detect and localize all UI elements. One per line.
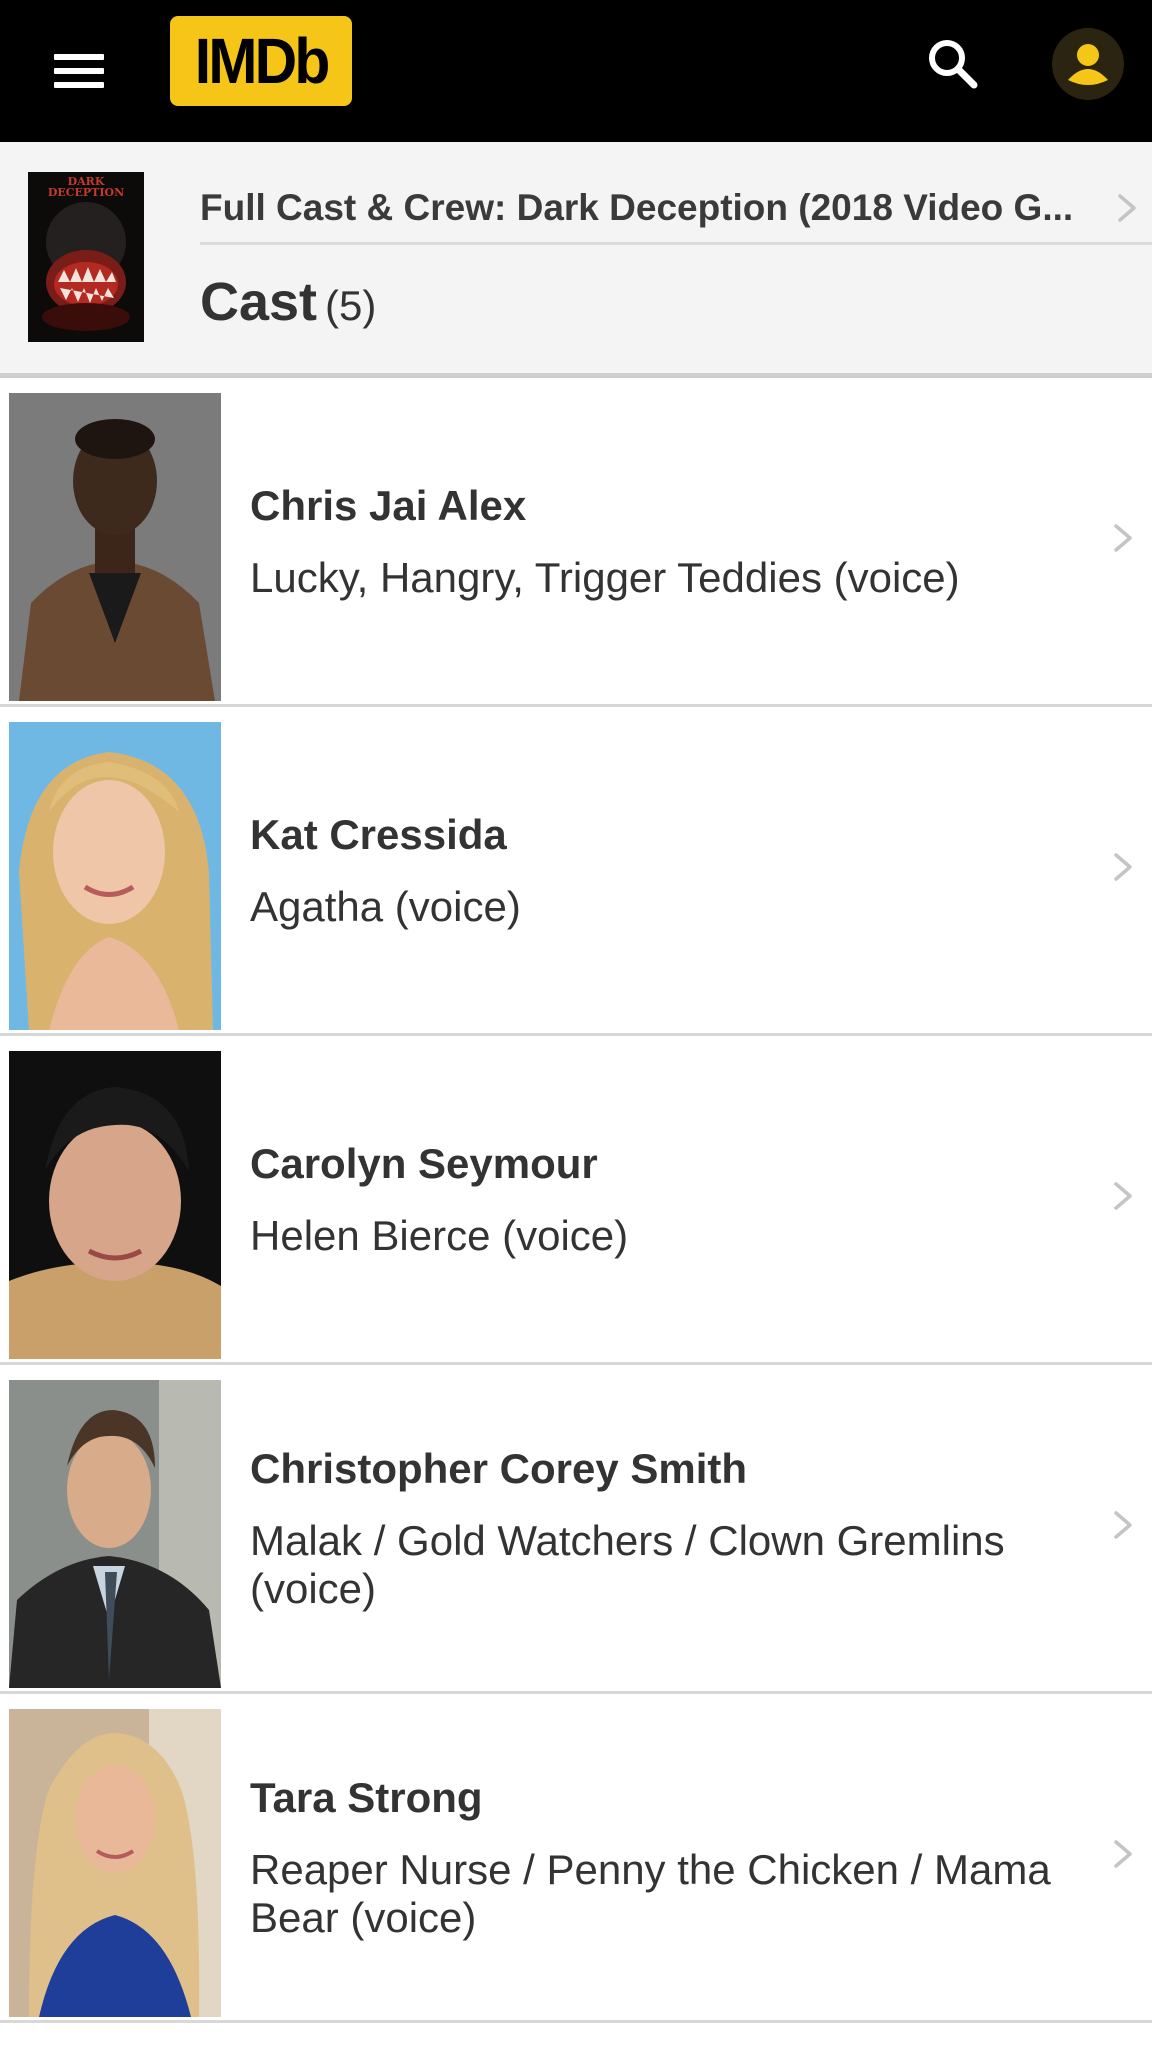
cast-name: Christopher Corey Smith: [250, 1445, 748, 1492]
cast-photo: [9, 1380, 221, 1688]
cast-photo: [9, 393, 221, 701]
section-heading: Cast (5): [200, 270, 376, 338]
cast-list-item[interactable]: Chris Jai Alex Lucky, Hangry, Trigger Te…: [0, 378, 1152, 707]
cast-role: Malak / Gold Watchers / Clown Gremlins (…: [250, 1517, 1005, 1612]
cast-text: Tara Strong Reaper Nurse / Penny the Chi…: [250, 1694, 1092, 2020]
menu-line: [54, 54, 104, 60]
menu-line: [54, 68, 104, 74]
cast-list-item[interactable]: Tara Strong Reaper Nurse / Penny the Chi…: [0, 1694, 1152, 2023]
top-navigation-bar: IMDb: [0, 0, 1152, 142]
cast-name: Chris Jai Alex: [250, 482, 527, 529]
title-poster[interactable]: DARK DECEPTION: [28, 172, 144, 342]
header-divider: [200, 242, 1152, 245]
full-cast-title-link[interactable]: Full Cast & Crew: Dark Deception (2018 V…: [200, 166, 1152, 238]
cast-list-item[interactable]: Kat Cressida Agatha (voice): [0, 707, 1152, 1036]
cast-list-item[interactable]: Carolyn Seymour Helen Bierce (voice): [0, 1036, 1152, 1365]
hamburger-menu-icon[interactable]: [44, 44, 112, 96]
chevron-right-icon: [1114, 853, 1132, 881]
chevron-right-icon: [1114, 1840, 1132, 1868]
cast-name: Tara Strong: [250, 1774, 483, 1821]
section-label: Cast: [200, 272, 318, 332]
page-title: Full Cast & Crew: Dark Deception (2018 V…: [200, 187, 1074, 228]
cast-text: Kat Cressida Agatha (voice): [250, 707, 1092, 1033]
chevron-right-icon: [1118, 194, 1136, 222]
cast-list-item[interactable]: Christopher Corey Smith Malak / Gold Wat…: [0, 1365, 1152, 1694]
chevron-right-icon: [1114, 1511, 1132, 1539]
cast-name: Carolyn Seymour: [250, 1140, 598, 1187]
cast-photo: [9, 1051, 221, 1359]
search-icon[interactable]: [916, 28, 988, 100]
cast-role: Helen Bierce (voice): [250, 1212, 629, 1259]
logo-text: IMDb: [194, 25, 331, 97]
cast-photo: [9, 1709, 221, 2017]
cast-text: Carolyn Seymour Helen Bierce (voice): [250, 1036, 1092, 1362]
cast-role: Reaper Nurse / Penny the Chicken / Mama …: [250, 1846, 1051, 1941]
cast-header: DARK DECEPTION Full Cast & Crew: Dark De…: [0, 142, 1152, 378]
cast-role: Lucky, Hangry, Trigger Teddies (voice): [250, 554, 960, 601]
cast-text: Christopher Corey Smith Malak / Gold Wat…: [250, 1365, 1092, 1691]
poster-title-text: DARK DECEPTION: [47, 175, 125, 199]
cast-list: Chris Jai Alex Lucky, Hangry, Trigger Te…: [0, 378, 1152, 2023]
cast-name: Kat Cressida: [250, 811, 507, 858]
cast-photo: [9, 722, 221, 1030]
user-avatar-icon[interactable]: [1052, 28, 1124, 100]
imdb-logo[interactable]: IMDb: [170, 16, 352, 106]
chevron-right-icon: [1114, 524, 1132, 552]
menu-line: [54, 82, 104, 88]
chevron-right-icon: [1114, 1182, 1132, 1210]
cast-count: (5): [325, 282, 377, 329]
cast-role: Agatha (voice): [250, 883, 521, 930]
cast-text: Chris Jai Alex Lucky, Hangry, Trigger Te…: [250, 378, 1092, 704]
